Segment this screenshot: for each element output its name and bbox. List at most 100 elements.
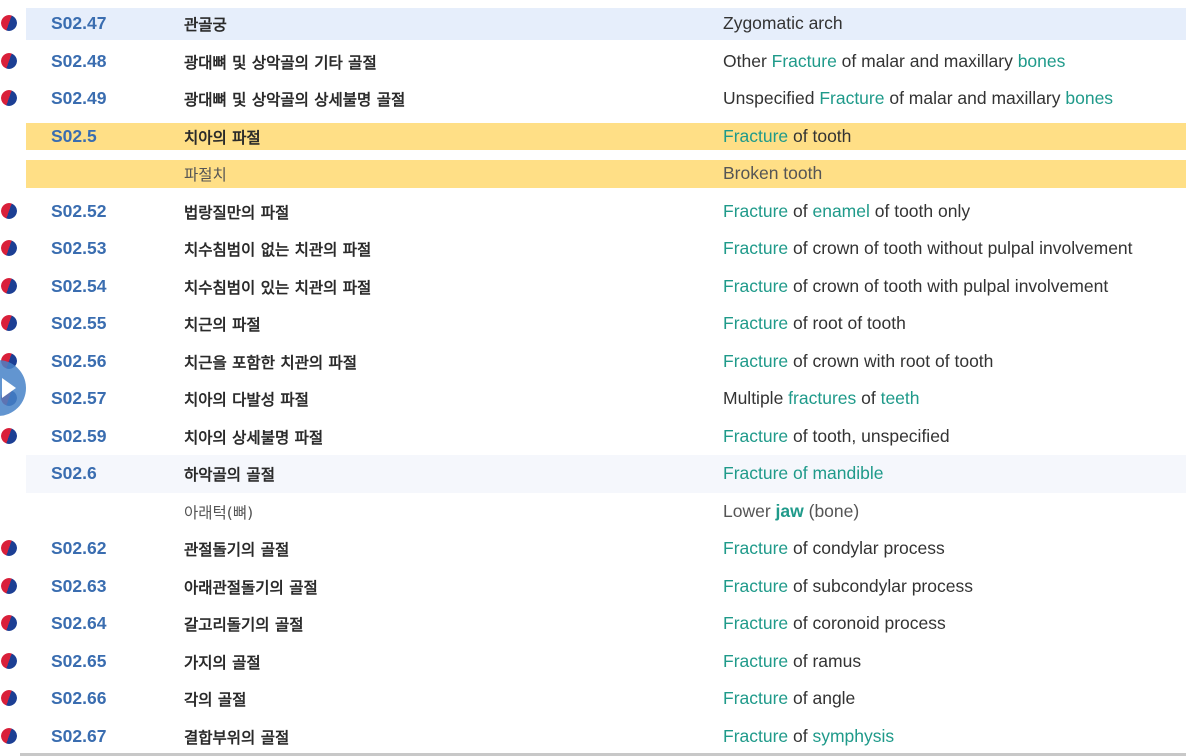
korean-term: 가지의 골절 (184, 653, 261, 672)
english-term: Fracture of tooth, unspecified (723, 426, 950, 447)
code-label[interactable]: S02.67 (51, 726, 106, 747)
code-label[interactable]: S02.52 (51, 201, 106, 222)
code-label[interactable]: S02.48 (51, 51, 106, 72)
english-term: Fracture of subcondylar process (723, 576, 973, 597)
korean-flag-icon (1, 690, 17, 706)
term-text: Broken tooth (723, 163, 823, 183)
english-term: Multiple fractures of teeth (723, 388, 920, 409)
code-row[interactable]: S02.62 관절돌기의 골절 Fracture of condylar proce… (0, 530, 1186, 568)
term-text: Zygomatic arch (723, 13, 843, 33)
korean-term: 광대뼈 및 상악골의 상세불명 골절 (184, 91, 406, 109)
english-term: Fracture of symphysis (723, 726, 894, 747)
keyword-link[interactable]: bones (1018, 51, 1066, 71)
korean-term: 아래관절돌기의 골절 (184, 578, 318, 597)
korean-flag-icon (1, 615, 17, 631)
code-row[interactable]: S02.64 갈고리돌기의 골절 Fracture of coronoid proc… (0, 605, 1186, 643)
code-label[interactable]: S02.55 (51, 313, 106, 334)
code-row[interactable]: 파절치 Broken tooth (0, 155, 1186, 193)
keyword-link[interactable]: Fracture (723, 201, 788, 221)
korean-term: 관절돌기의 골절 (184, 541, 290, 559)
keyword-link[interactable]: fractures (788, 388, 856, 408)
keyword-link[interactable]: Fracture (723, 426, 788, 446)
code-row[interactable]: S02.5 치아의 파절 Fracture of tooth (0, 118, 1186, 156)
korean-flag-icon (1, 15, 17, 31)
term-text: of crown of tooth without pulpal involve… (788, 238, 1133, 258)
code-row[interactable]: S02.59 치아의 상세불명 파절 Fracture of tooth, unsp… (0, 418, 1186, 456)
keyword-link[interactable]: Fracture (772, 51, 837, 71)
code-label[interactable]: S02.56 (51, 351, 106, 372)
code-label[interactable]: S02.57 (51, 388, 106, 409)
english-term: Fracture of crown with root of tooth (723, 351, 993, 372)
english-term: Fracture of crown of tooth with pulpal i… (723, 276, 1108, 297)
keyword-link[interactable]: symphysis (812, 726, 894, 746)
term-text: of root of tooth (788, 313, 906, 333)
code-row[interactable]: S02.47 관골궁 Zygomatic arch (0, 5, 1186, 43)
keyword-link[interactable]: Fracture (723, 726, 788, 746)
code-row[interactable]: S02.57 치아의 다발성 파절 Multiple fractures of te… (0, 380, 1186, 418)
korean-flag-icon (1, 540, 17, 556)
code-label[interactable]: S02.64 (51, 613, 106, 634)
code-row[interactable]: S02.52 법랑질만의 파절 Fracture of enamel of toot… (0, 193, 1186, 231)
keyword-link[interactable]: Fracture (723, 351, 788, 371)
keyword-link[interactable]: Fracture (723, 576, 788, 596)
code-label[interactable]: S02.54 (51, 276, 106, 297)
keyword-link[interactable]: Fracture (723, 238, 788, 258)
keyword-link[interactable]: teeth (881, 388, 920, 408)
code-row[interactable]: S02.63 아래관절돌기의 골절 Fracture of subcondylar … (0, 568, 1186, 606)
code-row[interactable]: S02.54 치수침범이 있는 치관의 파절 Fracture of crown o… (0, 268, 1186, 306)
english-term: Fracture of mandible (723, 463, 884, 484)
keyword-link[interactable]: Fracture (723, 313, 788, 333)
code-row[interactable]: S02.6 하악골의 골절 Fracture of mandible (0, 455, 1186, 493)
keyword-link[interactable]: Fracture (819, 88, 884, 108)
code-row[interactable]: S02.53 치수침범이 없는 치관의 파절 Fracture of crown o… (0, 230, 1186, 268)
code-label[interactable]: S02.5 (51, 126, 97, 147)
keyword-link[interactable]: jaw (776, 501, 804, 521)
code-row[interactable]: S02.67 결합부위의 골절 Fracture of symphysis (0, 718, 1186, 756)
code-label[interactable]: S02.59 (51, 426, 106, 447)
korean-term: 하악골의 골절 (184, 466, 275, 484)
code-label[interactable]: S02.62 (51, 538, 106, 559)
english-term: Unspecified Fracture of malar and maxill… (723, 88, 1113, 109)
keyword-link[interactable]: bones (1065, 88, 1113, 108)
code-row[interactable]: S02.66 각의 골절 Fracture of angle (0, 680, 1186, 718)
code-label[interactable]: S02.65 (51, 651, 106, 672)
english-term: Fracture of enamel of tooth only (723, 201, 970, 222)
term-text: Unspecified (723, 88, 820, 108)
keyword-link[interactable]: Fracture (723, 613, 788, 633)
korean-term: 결합부위의 골절 (184, 728, 290, 747)
term-text: of crown with root of tooth (788, 350, 994, 371)
code-label[interactable]: S02.63 (51, 576, 106, 597)
code-row[interactable]: S02.55 치근의 파절 Fracture of root of tooth (0, 305, 1186, 343)
korean-term: 치아의 상세불명 파절 (184, 428, 324, 447)
keyword-link[interactable]: Fracture of mandible (723, 463, 884, 483)
code-row[interactable]: S02.48 광대뼈 및 상악골의 기타 골절 Other Fracture of … (0, 43, 1186, 81)
keyword-link[interactable]: Fracture (723, 538, 788, 558)
code-label[interactable]: S02.47 (51, 13, 106, 34)
code-label[interactable]: S02.49 (51, 88, 106, 109)
english-term: Zygomatic arch (723, 13, 843, 34)
keyword-link[interactable]: Fracture (723, 126, 788, 146)
korean-flag-icon (1, 277, 17, 294)
keyword-link[interactable]: Fracture (723, 651, 788, 671)
code-row[interactable]: S02.65 가지의 골절 Fracture of ramus (0, 643, 1186, 681)
keyword-link[interactable]: Fracture (723, 276, 788, 296)
term-text: of coronoid process (788, 613, 946, 633)
term-text: Multiple (723, 388, 789, 408)
term-text: of (788, 725, 813, 746)
code-row[interactable]: 아래턱(뼈) Lower jaw (bone) (0, 493, 1186, 531)
term-text: of crown of tooth with pulpal involvemen… (788, 275, 1109, 296)
code-row[interactable]: S02.56 치근을 포함한 치관의 파절 Fracture of crown wi… (0, 343, 1186, 381)
english-term: Fracture of coronoid process (723, 613, 946, 634)
korean-flag-icon (1, 315, 17, 331)
keyword-link[interactable]: Fracture (723, 688, 788, 708)
code-label[interactable]: S02.6 (51, 463, 97, 484)
korean-flag-icon (1, 727, 17, 744)
korean-term: 치아의 파절 (184, 128, 261, 147)
keyword-link[interactable]: enamel (812, 201, 869, 221)
english-term: Fracture of angle (723, 688, 855, 709)
code-row[interactable]: S02.49 광대뼈 및 상악골의 상세불명 골절 Unspecified Frac… (0, 80, 1186, 118)
term-text: of condylar process (788, 538, 945, 558)
korean-term: 치수침범이 없는 치관의 파절 (184, 241, 372, 259)
code-label[interactable]: S02.53 (51, 238, 106, 259)
code-label[interactable]: S02.66 (51, 688, 106, 709)
